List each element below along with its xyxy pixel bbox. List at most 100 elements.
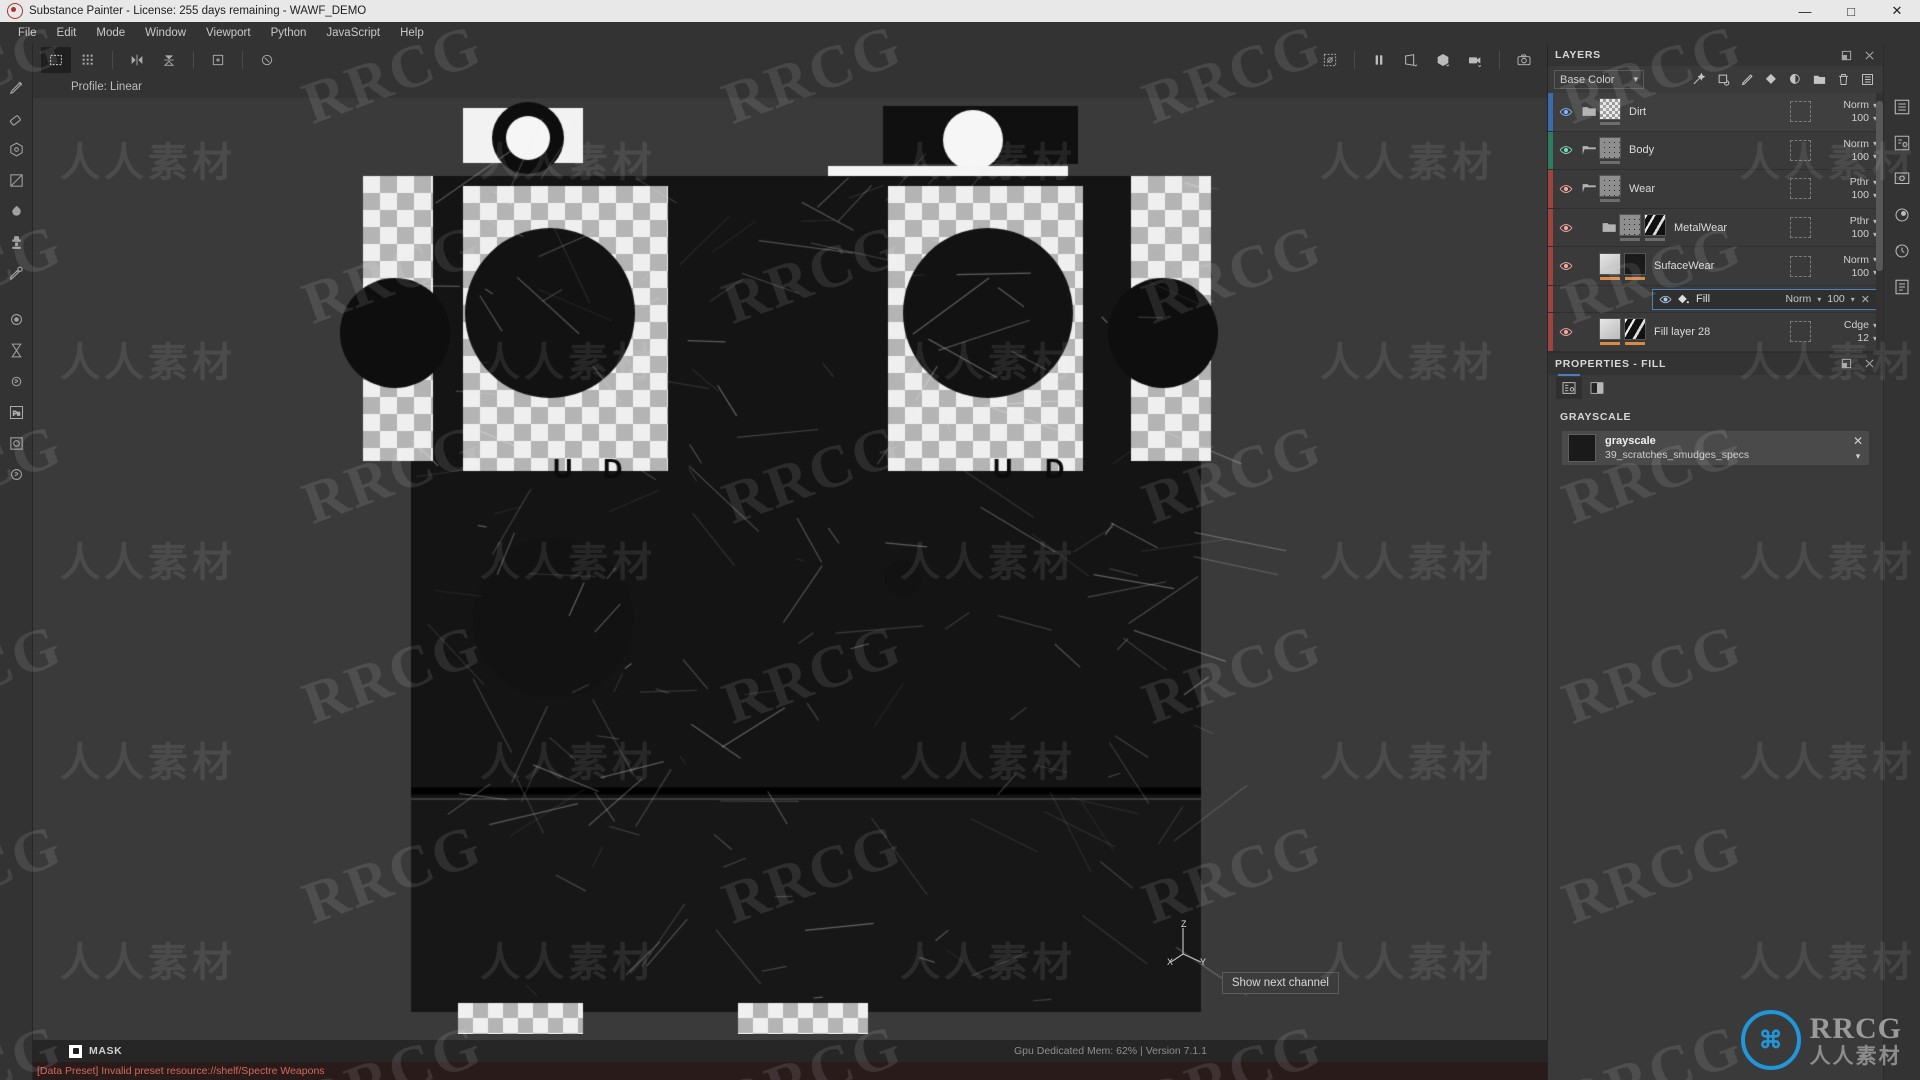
layer-visibility-icon[interactable] (1553, 93, 1579, 131)
effect-blend-mode[interactable]: Norm (1786, 293, 1812, 305)
layer-mask-slot[interactable] (1790, 321, 1811, 343)
screenshot-icon[interactable] (1509, 47, 1539, 73)
effect-remove-icon[interactable]: ✕ (1861, 293, 1870, 306)
substance-source-icon[interactable] (3, 459, 29, 489)
layer-visibility-icon[interactable] (1553, 132, 1579, 170)
table-row[interactable]: Wear Pthr ▾ 100 ▾ (1548, 170, 1883, 209)
layer-opacity[interactable]: 100 (1851, 267, 1869, 279)
layer-thumbnail[interactable] (1599, 318, 1621, 341)
layer-thumbnail[interactable] (1599, 98, 1621, 121)
table-row[interactable]: SufaceWear Norm ▾ 100 ▾ (1548, 247, 1883, 286)
layer-opacity[interactable]: 12 (1857, 332, 1869, 344)
properties-tab[interactable] (1556, 373, 1582, 399)
effect-row-fill[interactable]: Fill Norm ▾ 100 ▾ ✕ (1652, 288, 1877, 310)
layers-channel-select[interactable]: Base Color ▾ (1554, 70, 1644, 89)
close-panel-icon[interactable] (1863, 357, 1876, 370)
close-button[interactable]: ✕ (1874, 0, 1920, 22)
layer-blend-mode[interactable]: Pthr (1850, 215, 1869, 227)
clear-resource-icon[interactable]: ✕ (1853, 435, 1863, 447)
projection-icon[interactable] (3, 134, 29, 164)
undock-icon[interactable] (1840, 49, 1853, 62)
mask-indicator[interactable]: MASK (69, 1044, 122, 1058)
grayscale-resource-card[interactable]: grayscale 39_scratches_smudges_specs ✕ ▾ (1562, 430, 1869, 465)
menu-python[interactable]: Python (261, 25, 317, 41)
layer-opacity[interactable]: 100 (1851, 112, 1869, 124)
menu-mode[interactable]: Mode (86, 25, 135, 41)
clone-stamp-icon[interactable] (3, 227, 29, 257)
layer-thumbnail[interactable] (1644, 214, 1666, 237)
polygon-fill-icon[interactable] (3, 165, 29, 195)
particles-icon[interactable] (3, 335, 29, 365)
layer-visibility-icon[interactable] (1553, 313, 1579, 351)
layer-opacity[interactable]: 100 (1851, 151, 1869, 163)
close-panel-icon[interactable] (1863, 49, 1876, 62)
chevron-down-icon[interactable]: ▾ (1851, 295, 1855, 304)
layer-blend-mode[interactable]: Norm (1843, 99, 1869, 111)
add-effect-icon[interactable] (1690, 70, 1709, 89)
table-row[interactable]: Body Norm ▾ 100 ▾ (1548, 131, 1883, 171)
layer-visibility-icon[interactable] (1553, 170, 1579, 208)
substance-icon[interactable] (3, 366, 29, 396)
folder-icon[interactable] (1579, 105, 1599, 118)
hide-selection-icon[interactable] (1315, 47, 1345, 73)
texture-set-settings-icon[interactable] (1891, 132, 1913, 154)
layer-mask-slot[interactable] (1790, 178, 1811, 200)
view-3d-icon[interactable] (1428, 47, 1458, 73)
layers-scrollbar-thumb[interactable] (1876, 101, 1883, 271)
add-paint-layer-icon[interactable] (1738, 70, 1757, 89)
history-icon[interactable] (1891, 240, 1913, 262)
chevron-down-icon[interactable]: ▾ (1817, 295, 1821, 304)
layer-blend-mode[interactable]: Norm (1843, 138, 1869, 150)
eraser-icon[interactable] (3, 103, 29, 133)
shader-settings-icon[interactable] (1891, 204, 1913, 226)
minimize-button[interactable]: — (1782, 0, 1828, 22)
layer-list-icon[interactable] (1858, 70, 1877, 89)
material-tab[interactable] (1584, 377, 1610, 399)
menu-edit[interactable]: Edit (47, 25, 87, 41)
layers-scrollbar[interactable] (1876, 93, 1883, 352)
table-row[interactable]: MetalWear Pthr ▾ 100 ▾ (1548, 208, 1883, 248)
paint-brush-icon[interactable] (3, 72, 29, 102)
log-bar[interactable]: [Data Preset] Invalid preset resource://… (33, 1062, 1547, 1080)
layer-blend-mode[interactable]: Cdge (1844, 319, 1869, 331)
shelf-list-icon[interactable] (1891, 96, 1913, 118)
select-transform-tool[interactable] (41, 47, 71, 73)
symmetry-plane-tool[interactable] (154, 47, 184, 73)
camera-icon[interactable] (3, 428, 29, 458)
symmetry-mirror-tool[interactable] (122, 47, 152, 73)
display-settings-icon[interactable] (1891, 168, 1913, 190)
menu-help[interactable]: Help (390, 25, 434, 41)
reset-tool[interactable] (252, 47, 282, 73)
layers-list[interactable]: Dirt Norm ▾ 100 ▾ Body Norm ▾ 100 ▾ Wear Pth… (1548, 93, 1883, 352)
layer-mask-slot[interactable] (1790, 139, 1811, 161)
add-folder-icon[interactable] (1810, 70, 1829, 89)
grid-tool[interactable] (73, 47, 103, 73)
layer-mask-slot[interactable] (1790, 255, 1811, 277)
chevron-down-icon[interactable]: ▾ (1856, 451, 1861, 461)
layer-opacity[interactable]: 100 (1851, 228, 1869, 240)
material-icon[interactable] (3, 304, 29, 334)
layer-blend-mode[interactable]: Pthr (1850, 176, 1869, 188)
add-point-tool[interactable] (203, 47, 233, 73)
layer-thumbnail[interactable] (1599, 175, 1621, 198)
layer-blend-mode[interactable]: Norm (1843, 254, 1869, 266)
maximize-button[interactable]: □ (1828, 0, 1874, 22)
layer-mask-slot[interactable] (1790, 217, 1811, 239)
layer-thumbnail[interactable] (1624, 252, 1646, 275)
add-fill-layer-icon[interactable] (1762, 70, 1781, 89)
folder-open-icon[interactable] (1579, 182, 1599, 195)
menu-window[interactable]: Window (135, 25, 196, 41)
menu-javascript[interactable]: JavaScript (316, 25, 390, 41)
smudge-icon[interactable] (3, 196, 29, 226)
delete-layer-icon[interactable] (1834, 70, 1853, 89)
folder-icon[interactable] (1599, 221, 1619, 234)
texture-preview-canvas[interactable] (33, 98, 1545, 1034)
photoshop-icon[interactable]: Ps (3, 397, 29, 427)
layer-visibility-icon[interactable] (1553, 247, 1579, 285)
layer-thumbnail[interactable] (1599, 252, 1621, 275)
viewport-3d[interactable]: Metallic ▾ Z X Y Show next channel (33, 98, 1547, 1040)
eyedropper-icon[interactable] (3, 258, 29, 288)
pause-engine-icon[interactable] (1364, 47, 1394, 73)
layer-opacity[interactable]: 100 (1851, 189, 1869, 201)
layer-mask-slot[interactable] (1790, 101, 1811, 123)
